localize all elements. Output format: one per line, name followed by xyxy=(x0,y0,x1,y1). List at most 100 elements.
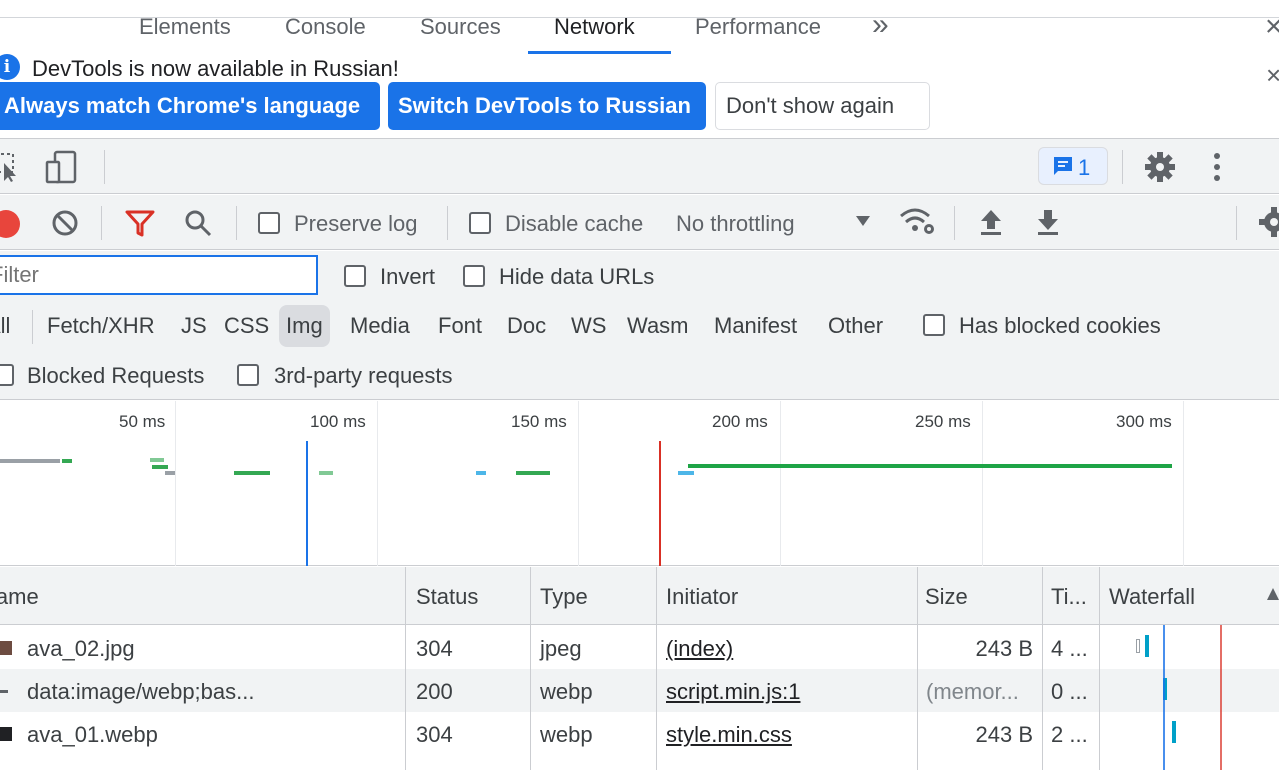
overview-request-bar xyxy=(152,465,168,469)
export-har-icon[interactable] xyxy=(1035,208,1061,236)
inspect-element-icon[interactable] xyxy=(0,152,20,182)
dropdown-arrow-icon[interactable] xyxy=(855,215,871,227)
type-filter-js[interactable]: JS xyxy=(181,313,207,339)
network-overview[interactable] xyxy=(0,401,1279,566)
tab-performance[interactable]: Performance xyxy=(695,14,821,40)
request-name[interactable]: ava_01.webp xyxy=(27,722,158,748)
overview-request-bar xyxy=(476,471,486,475)
type-filter-fetch-xhr[interactable]: Fetch/XHR xyxy=(47,313,155,339)
dom-content-loaded-marker xyxy=(306,441,308,566)
overview-request-bar xyxy=(516,471,550,475)
more-tabs-icon[interactable]: » xyxy=(872,8,889,42)
filter-input[interactable] xyxy=(0,255,318,295)
dont-show-again-button[interactable]: Don't show again xyxy=(715,82,930,130)
tab-elements[interactable]: Elements xyxy=(139,14,231,40)
tab-console[interactable]: Console xyxy=(285,14,366,40)
request-name[interactable]: ava_02.jpg xyxy=(27,636,135,662)
overview-request-bar xyxy=(150,458,164,462)
column-divider[interactable] xyxy=(530,567,531,770)
image-file-icon xyxy=(0,727,12,741)
tab-network[interactable]: Network xyxy=(554,14,635,40)
request-size: 243 B xyxy=(975,722,1034,747)
has-blocked-cookies-checkbox[interactable] xyxy=(923,314,945,336)
throttling-select[interactable]: No throttling xyxy=(676,211,795,237)
type-filter-manifest[interactable]: Manifest xyxy=(714,313,797,339)
column-header-name[interactable]: Name xyxy=(0,584,39,610)
request-time: 4 ... xyxy=(1051,636,1088,661)
type-filter-img[interactable]: Img xyxy=(279,305,330,347)
type-filter-wasm[interactable]: Wasm xyxy=(627,313,689,339)
waterfall-dom-content-loaded-line xyxy=(1163,625,1165,770)
overview-tick-label: 300 ms xyxy=(1116,412,1172,431)
toolbar-divider xyxy=(1236,206,1237,240)
image-file-icon xyxy=(0,690,8,693)
invert-checkbox[interactable] xyxy=(344,265,366,287)
filter-icon[interactable] xyxy=(124,208,156,238)
overview-request-bar xyxy=(678,471,694,475)
third-party-requests-checkbox[interactable] xyxy=(237,364,259,386)
request-initiator-link[interactable]: (index) xyxy=(666,636,733,662)
request-size: 243 B xyxy=(975,636,1034,661)
request-name[interactable]: data:image/webp;bas... xyxy=(27,679,254,705)
waterfall-load-line xyxy=(1220,625,1222,770)
active-tab-indicator xyxy=(528,51,671,54)
column-header-waterfall[interactable]: Waterfall xyxy=(1109,584,1195,610)
image-file-icon xyxy=(0,641,12,655)
filter-divider xyxy=(32,310,33,344)
device-toolbar-icon[interactable] xyxy=(45,150,79,184)
hide-data-urls-label: Hide data URLs xyxy=(499,264,655,289)
network-settings-icon[interactable] xyxy=(1258,206,1279,238)
overview-request-bar xyxy=(319,471,333,475)
column-header-time[interactable]: Ti... xyxy=(1051,584,1087,610)
toolbar-divider xyxy=(101,206,102,240)
type-filter-font[interactable]: Font xyxy=(438,313,482,339)
overview-request-bar xyxy=(688,464,1172,468)
more-options-icon[interactable] xyxy=(1210,151,1224,183)
type-filter-media[interactable]: Media xyxy=(350,313,410,339)
type-filter-doc[interactable]: Doc xyxy=(507,313,546,339)
column-divider[interactable] xyxy=(405,567,406,770)
column-divider[interactable] xyxy=(1042,567,1043,770)
tab-sources[interactable]: Sources xyxy=(420,14,501,40)
column-header-type[interactable]: Type xyxy=(540,584,588,610)
blocked-requests-checkbox[interactable] xyxy=(0,364,14,386)
request-status: 304 xyxy=(416,636,453,661)
request-status: 200 xyxy=(416,679,453,704)
close-icon[interactable]: × xyxy=(1266,62,1279,88)
preserve-log-checkbox[interactable] xyxy=(258,212,280,234)
disable-cache-checkbox[interactable] xyxy=(469,212,491,234)
request-initiator-link[interactable]: script.min.js:1 xyxy=(666,679,800,705)
column-divider[interactable] xyxy=(917,567,918,770)
request-size: (memor... xyxy=(926,679,1019,704)
type-filter-all[interactable]: All xyxy=(0,313,10,339)
hide-data-urls-checkbox[interactable] xyxy=(463,265,485,287)
type-filter-css[interactable]: CSS xyxy=(224,313,269,339)
type-filter-other[interactable]: Other xyxy=(828,313,883,339)
import-har-icon[interactable] xyxy=(978,208,1004,236)
column-header-status[interactable]: Status xyxy=(416,584,478,610)
load-event-marker xyxy=(659,441,661,566)
overview-tick-label: 150 ms xyxy=(511,412,567,431)
network-conditions-icon[interactable] xyxy=(898,206,938,238)
column-header-initiator[interactable]: Initiator xyxy=(666,584,738,610)
column-header-size[interactable]: Size xyxy=(925,584,968,610)
column-divider[interactable] xyxy=(656,567,657,770)
sort-ascending-icon[interactable] xyxy=(1266,587,1279,601)
overview-request-bar xyxy=(234,471,270,475)
infobar-message: DevTools is now available in Russian! xyxy=(32,56,399,81)
always-match-language-button[interactable]: Always match Chrome's language xyxy=(0,82,380,130)
request-type: webp xyxy=(540,722,593,747)
blocked-requests-label: Blocked Requests xyxy=(27,363,205,388)
issues-message-icon xyxy=(1054,157,1072,175)
type-filter-ws[interactable]: WS xyxy=(571,313,606,339)
settings-gear-icon[interactable] xyxy=(1144,151,1176,183)
search-icon[interactable] xyxy=(183,208,213,238)
close-devtools-icon[interactable]: × xyxy=(1265,10,1279,44)
request-initiator-link[interactable]: style.min.css xyxy=(666,722,792,748)
column-divider[interactable] xyxy=(1099,567,1100,770)
clear-icon[interactable] xyxy=(51,209,79,237)
toolbar-divider xyxy=(447,206,448,240)
overview-grid-line xyxy=(780,401,781,566)
switch-to-russian-button[interactable]: Switch DevTools to Russian xyxy=(388,82,706,130)
overview-tick-label: 50 ms xyxy=(119,412,166,431)
